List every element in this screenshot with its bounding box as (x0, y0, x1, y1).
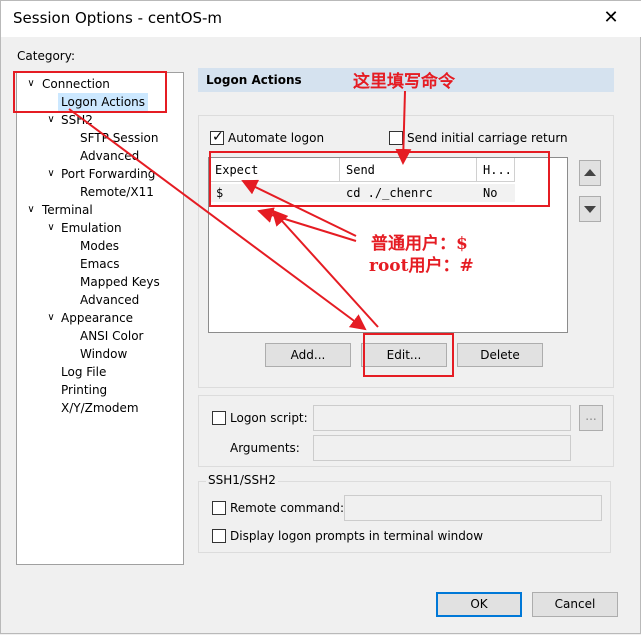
annotation-fill-command: 这里填写命令 (353, 72, 455, 92)
session-options-dialog: Session Options - centOS-m ✕ Category: ∨… (0, 0, 641, 634)
annotation-root-user: root用户：# (369, 256, 474, 276)
annotation-arrows (68, 90, 412, 331)
